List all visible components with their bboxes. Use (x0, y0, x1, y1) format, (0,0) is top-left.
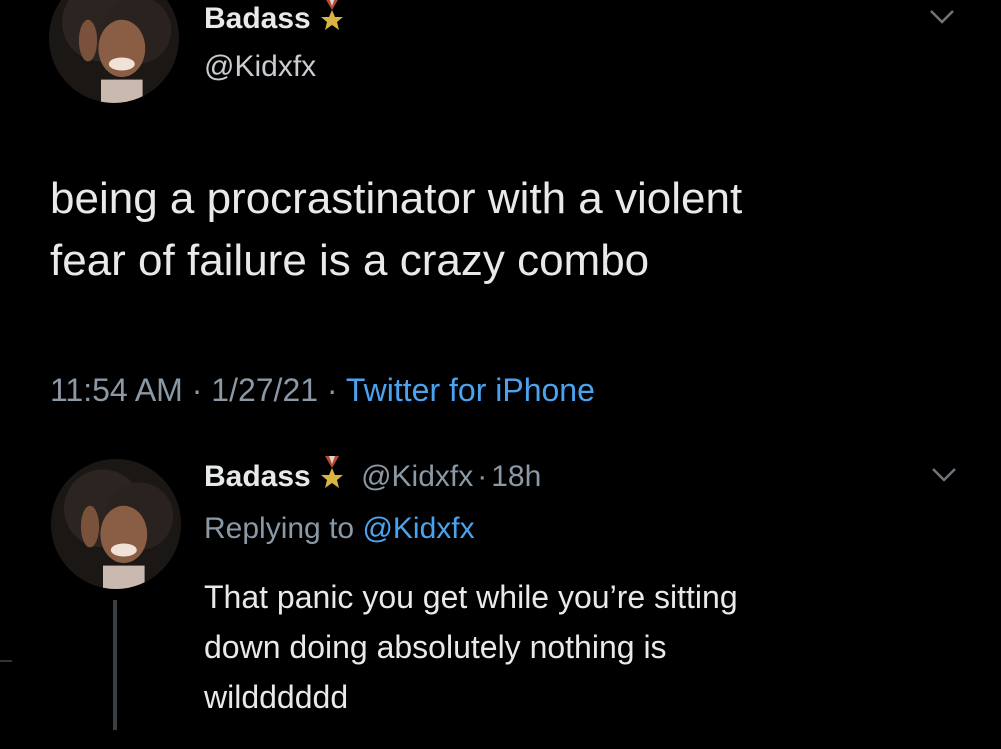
medal-icon (320, 456, 343, 488)
reply-author-name[interactable]: Badass (204, 460, 311, 493)
author-name[interactable]: Badass (204, 0, 345, 36)
replying-to: Replying to @Kidxfx (204, 512, 475, 546)
tweet-date[interactable]: 1/27/21 (211, 372, 318, 408)
replying-to-label: Replying to (204, 512, 355, 545)
tweet-meta: 11:54 AM · 1/27/21 · Twitter for iPhone (50, 372, 595, 409)
reply-timestamp[interactable]: 18h (491, 460, 541, 493)
meta-separator: · (326, 372, 338, 408)
tweet-time[interactable]: 11:54 AM (50, 372, 183, 408)
divider (0, 660, 12, 662)
meta-separator: · (191, 372, 203, 408)
replying-to-handle[interactable]: @Kidxfx (362, 512, 474, 545)
reply-text-line: That panic you get while you’re sitting (204, 579, 738, 615)
medal-icon (320, 0, 343, 30)
meta-separator: · (477, 460, 488, 493)
avatar-image (51, 459, 181, 589)
reply-text-line: wildddddd (204, 679, 349, 715)
reply-text: That panic you get while you’re sitting … (204, 572, 964, 722)
tweet-text: being a procrastinator with a violent fe… (50, 168, 950, 292)
thread-line (113, 600, 117, 730)
tweet-text-line: fear of failure is a crazy combo (50, 236, 650, 285)
avatar-image (49, 0, 179, 103)
chevron-down-icon[interactable] (930, 466, 958, 484)
reply-header: Badass @Kidxfx · 18h (204, 456, 541, 494)
reply-author-handle[interactable]: @Kidxfx (361, 460, 473, 493)
tweet-text-line: being a procrastinator with a violent (50, 174, 743, 223)
avatar[interactable] (49, 0, 179, 103)
author-name-text: Badass (204, 2, 311, 35)
chevron-down-icon[interactable] (928, 8, 956, 26)
tweet-screen: Badass @Kidxfx being a procrastinator wi… (0, 0, 1001, 749)
reply-text-line: down doing absolutely nothing is (204, 629, 667, 665)
reply-avatar[interactable] (51, 459, 181, 589)
author-handle[interactable]: @Kidxfx (204, 50, 316, 84)
tweet-source-link[interactable]: Twitter for iPhone (346, 372, 595, 408)
